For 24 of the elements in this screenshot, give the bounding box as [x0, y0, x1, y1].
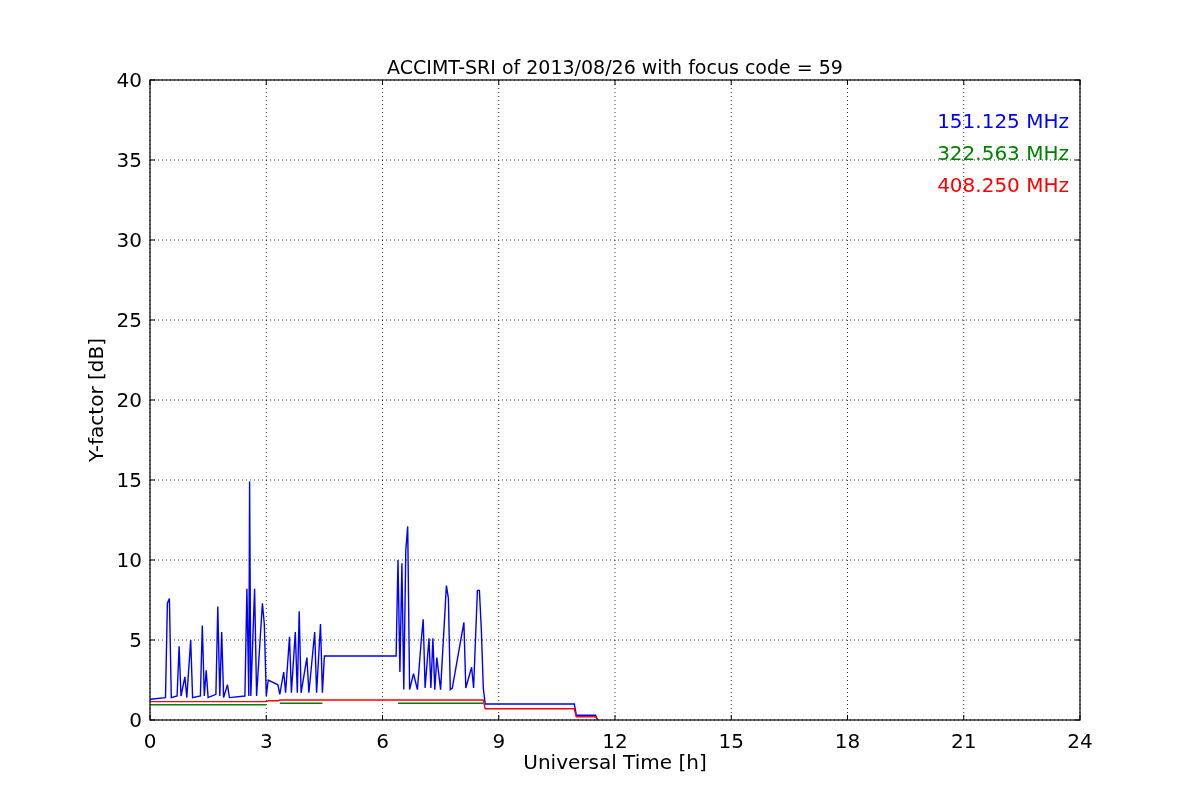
- y-tick-label: 40: [116, 68, 142, 92]
- x-tick-label: 15: [718, 729, 744, 753]
- x-tick-label: 21: [951, 729, 977, 753]
- y-tick-label: 35: [116, 148, 142, 172]
- y-tick-label: 10: [116, 548, 142, 572]
- y-tick-label: 30: [116, 228, 142, 252]
- x-tick-label: 18: [834, 729, 861, 753]
- x-tick-label: 6: [376, 729, 389, 753]
- x-tick-label: 3: [259, 729, 273, 753]
- legend-label: 151.125 MHz: [937, 109, 1069, 133]
- y-tick-label: 20: [116, 388, 142, 412]
- y-tick-label: 5: [129, 628, 142, 652]
- x-tick-label: 24: [1067, 729, 1093, 753]
- x-tick-label: 0: [143, 729, 157, 753]
- x-axis-label: Universal Time [h]: [523, 750, 707, 774]
- chart-title: ACCIMT-SRI of 2013/08/26 with focus code = 59: [387, 56, 843, 78]
- legend-label: 322.563 MHz: [937, 141, 1069, 165]
- y-axis-label: Y-factor [dB]: [84, 338, 108, 462]
- x-tick-label: 9: [492, 729, 506, 753]
- x-tick-label: 12: [602, 729, 628, 753]
- y-tick-label: 0: [129, 708, 142, 732]
- legend-label: 408.250 MHz: [937, 173, 1069, 197]
- y-tick-label: 25: [116, 308, 142, 332]
- y-tick-label: 15: [116, 468, 142, 492]
